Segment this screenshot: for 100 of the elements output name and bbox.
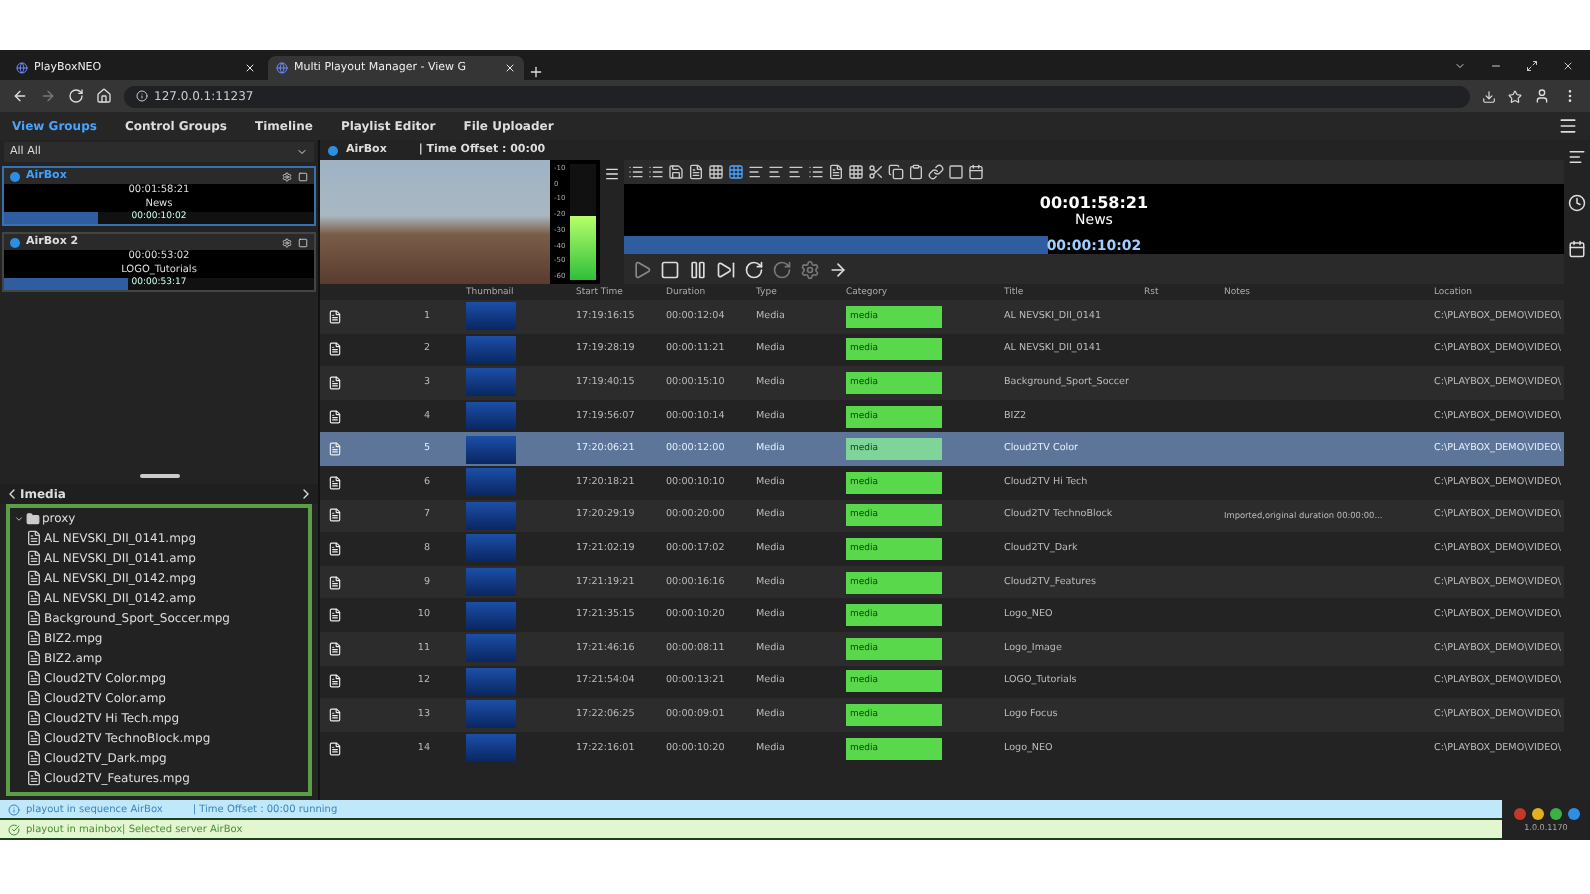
grid-icon[interactable] [728,164,744,180]
copy-icon[interactable] [888,164,904,180]
thumbnail-placeholder [466,667,516,696]
save-icon[interactable] [668,164,684,180]
document-icon[interactable] [828,164,844,180]
file-icon [328,641,342,656]
file-icon [328,375,342,390]
error-icon[interactable] [1513,808,1525,820]
calendar-icon[interactable] [1568,240,1586,258]
indent-icon[interactable] [1568,148,1586,166]
paste-icon[interactable] [908,164,924,180]
file-icon [26,570,42,586]
document-icon[interactable] [688,164,704,180]
file-icon [26,530,42,546]
file-icon [328,475,342,490]
clock-icon[interactable] [1568,194,1586,212]
file-icon [26,630,42,646]
file-icon [26,730,42,746]
file-icon [26,550,42,566]
file-icon [328,608,342,623]
info-icon [136,90,148,102]
thumbnail-placeholder [466,501,516,530]
forward-icon[interactable] [40,88,56,104]
file-icon [26,710,42,726]
calendar-icon[interactable] [968,164,984,180]
window-icon[interactable] [298,237,308,247]
install-icon[interactable] [1482,89,1496,103]
thumbnail-placeholder [466,468,516,497]
status-dot [328,145,338,155]
site-icon [16,62,28,74]
info-icon[interactable] [1567,808,1579,820]
pause-icon[interactable] [688,259,708,279]
warning-icon[interactable] [1531,808,1543,820]
previous-icon[interactable] [4,486,20,502]
clock-text: 00:01:58:21 [1039,193,1149,211]
close-icon[interactable] [1562,59,1574,71]
file-icon [328,309,342,324]
file-icon [26,670,42,686]
next-icon[interactable] [298,486,314,502]
file-icon [26,590,42,606]
indent-icon[interactable] [768,164,784,180]
skip-icon[interactable] [716,259,736,279]
new-tab-icon[interactable] [528,64,544,80]
file-icon [328,409,342,424]
back-icon[interactable] [12,88,28,104]
folder-icon [26,511,40,525]
menu-icon[interactable] [604,166,620,182]
thumbnail-placeholder [466,634,516,663]
list-icon[interactable] [628,164,644,180]
resize-handle[interactable] [139,474,179,478]
home-icon[interactable] [96,88,112,104]
thumbnail-placeholder [466,534,516,563]
refresh-icon[interactable] [772,259,792,279]
thumbnail-placeholder [466,568,516,597]
grid-icon[interactable] [848,164,864,180]
indent-icon[interactable] [748,164,764,180]
indent-icon[interactable] [788,164,804,180]
next-icon[interactable] [828,259,848,279]
menu-icon[interactable] [1558,116,1578,136]
star-icon[interactable] [1508,89,1522,103]
frame-icon[interactable] [948,164,964,180]
expand-icon[interactable] [14,513,24,523]
link-icon[interactable] [928,164,944,180]
file-icon [328,575,342,590]
play-icon[interactable] [632,259,652,279]
file-icon [328,674,342,689]
thumbnail-placeholder [466,402,516,431]
dropdown-icon [296,146,308,158]
file-icon [328,508,342,523]
list-icon[interactable] [648,164,664,180]
thumbnail-placeholder [466,302,516,331]
file-icon [328,342,342,357]
thumbnail-placeholder [466,435,516,464]
file-icon [26,650,42,666]
stop-icon[interactable] [660,259,680,279]
file-icon [328,541,342,556]
site-icon [276,62,288,74]
window-icon[interactable] [298,171,308,181]
loop-icon[interactable] [744,259,764,279]
status-dot [10,237,20,247]
profile-icon[interactable] [1534,88,1550,104]
reload-icon[interactable] [68,88,84,104]
file-icon [26,770,42,786]
thumbnail-placeholder [466,700,516,729]
file-icon [328,707,342,722]
list-icon[interactable] [808,164,824,180]
success-icon[interactable] [1549,808,1561,820]
file-icon [26,610,42,626]
check-icon [8,823,20,835]
grid-icon[interactable] [708,164,724,180]
thumbnail-placeholder [466,734,516,763]
file-icon [328,442,342,457]
file-icon [328,741,342,756]
settings-icon[interactable] [800,259,820,279]
thumbnail-placeholder [466,601,516,630]
minimize-icon[interactable] [1490,59,1502,71]
thumbnail-placeholder [466,335,516,364]
info-icon [8,803,20,815]
cut-icon[interactable] [868,164,884,180]
chevron-down-icon[interactable] [1454,59,1466,71]
